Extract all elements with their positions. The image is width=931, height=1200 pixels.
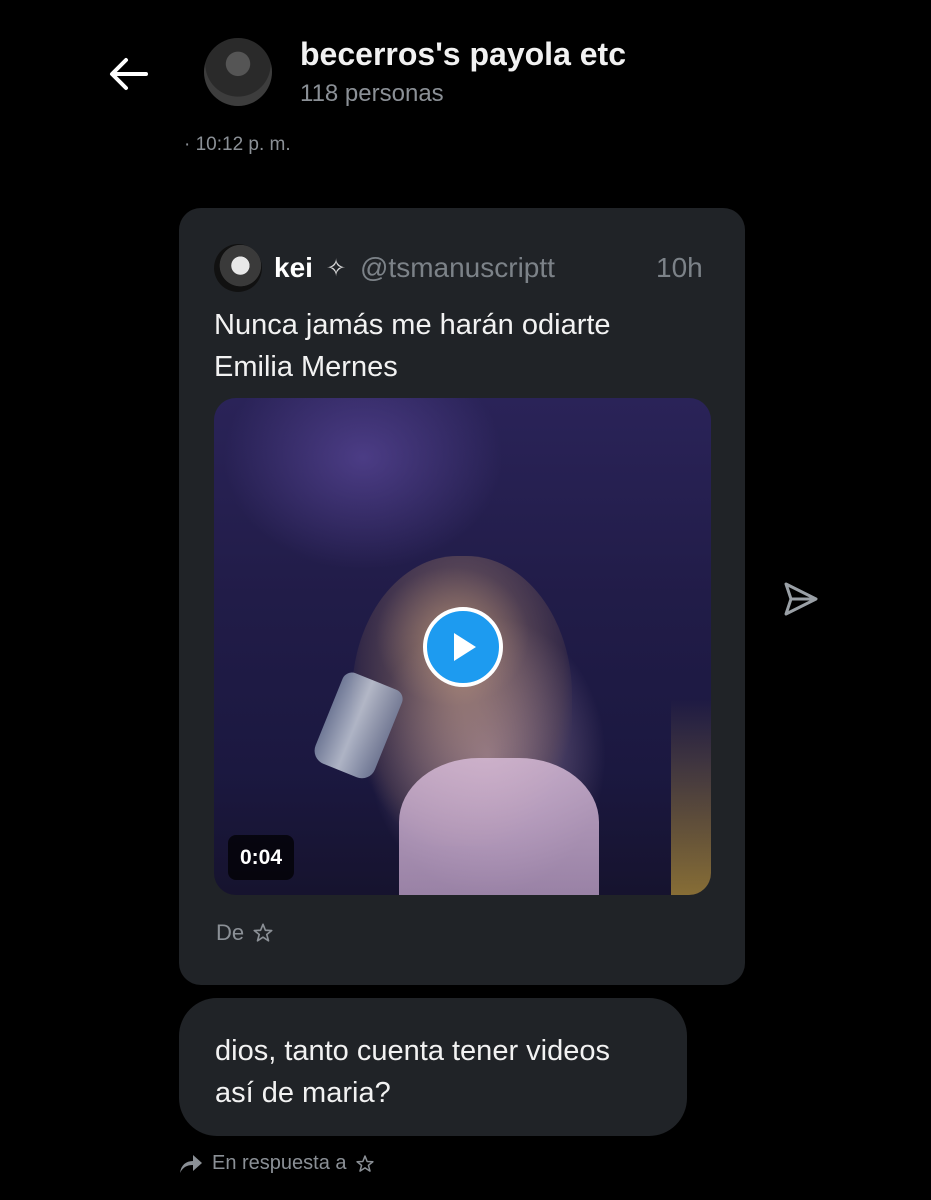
share-button[interactable] [780,578,822,620]
message-text-line: dios, tanto cuenta tener videos [215,1035,610,1067]
arrow-left-icon [110,58,148,90]
thumbnail-dress [399,758,599,895]
chat-header: becerros's payola etc 118 personas [0,0,931,130]
post-text-line: Nunca jamás me harán odiarte [214,309,611,341]
source-label: De [216,920,245,945]
author-handle[interactable]: @tsmanuscriptt [360,252,555,284]
message-text-line: así de maria? [215,1077,391,1109]
thumbnail-light [671,698,711,895]
message-timestamp: · 10:12 p. m. [184,134,291,155]
author-name[interactable]: kei [274,252,313,284]
star-icon [355,1154,374,1172]
sparkle-icon: ✧ [326,255,347,282]
message-bubble[interactable]: dios, tanto cuenta tener videos así de m… [179,998,687,1136]
back-button[interactable] [100,48,156,100]
reply-arrow-icon [180,1154,202,1173]
member-count[interactable]: 118 personas [300,80,444,108]
video-duration: 0:04 [228,835,295,880]
star-icon [253,923,273,942]
play-icon [454,633,476,661]
group-avatar[interactable] [204,38,272,106]
post-text: Nunca jamás me harán odiarte Emilia Mern… [214,304,714,388]
play-button[interactable] [423,607,503,687]
message-text: dios, tanto cuenta tener videos así de m… [215,1030,675,1114]
quoted-post-header: kei ✧ @tsmanuscriptt 10h [214,244,714,292]
post-text-line: Emilia Mernes [214,351,398,383]
post-time: 10h [656,252,703,283]
reply-label: En respuesta a [212,1152,347,1174]
quoted-post-card[interactable]: kei ✧ @tsmanuscriptt 10h Nunca jamás me … [179,208,745,985]
reply-context[interactable]: En respuesta a [178,1152,375,1175]
post-source: De [216,920,274,946]
group-title[interactable]: becerros's payola etc [300,36,626,73]
send-icon [784,582,818,616]
video-thumbnail[interactable]: 0:04 [214,398,711,895]
author-avatar[interactable] [214,244,262,292]
